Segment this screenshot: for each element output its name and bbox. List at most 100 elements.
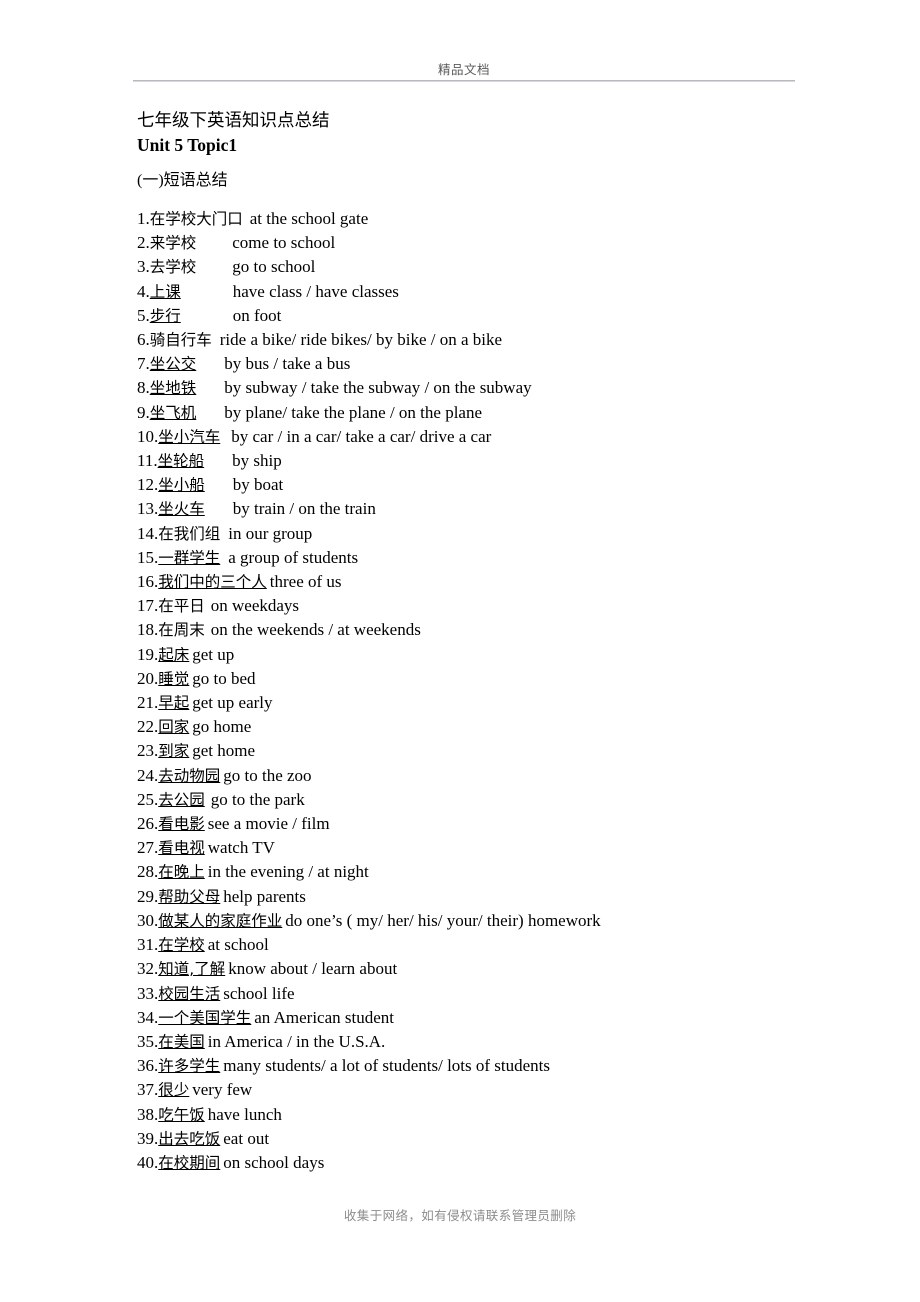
phrase-item: 27.看电视 watch TV xyxy=(137,836,837,860)
phrase-number: 17. xyxy=(137,596,159,616)
phrase-chinese: 步行 xyxy=(149,306,181,325)
phrase-english: eat out xyxy=(223,1128,270,1148)
phrase-english: in America / in the U.S.A. xyxy=(207,1031,386,1051)
phrase-chinese: 坐公交 xyxy=(149,355,197,374)
phrase-english: get up early xyxy=(192,693,273,713)
phrase-english: by subway / take the subway / on the sub… xyxy=(224,378,532,398)
phrase-chinese: 很少 xyxy=(158,1081,190,1100)
phrase-number: 33. xyxy=(137,983,159,1003)
phrase-number: 30. xyxy=(137,910,159,930)
phrase-item: 3.去学校 go to school xyxy=(137,255,837,279)
phrase-number: 20. xyxy=(137,668,159,688)
phrase-item: 14.在我们组 in our group xyxy=(137,522,837,546)
phrase-item: 32.知道,了解 know about / learn about xyxy=(137,957,837,981)
phrase-number: 14. xyxy=(137,523,159,543)
header-title: 精品文档 xyxy=(437,63,490,77)
phrase-english: ride a bike/ ride bikes/ by bike / on a … xyxy=(219,330,503,350)
phrase-english: by train / on the train xyxy=(232,499,376,519)
phrase-number: 38. xyxy=(137,1104,159,1124)
phrase-item: 22.回家 go home xyxy=(137,715,837,739)
phrase-item: 35.在美国 in America / in the U.S.A. xyxy=(137,1030,837,1054)
phrase-english: help parents xyxy=(223,886,306,906)
phrase-item: 18.在周末 on the weekends / at weekends xyxy=(137,618,837,642)
phrase-chinese: 来学校 xyxy=(149,234,197,253)
phrase-english: at the school gate xyxy=(249,209,369,228)
phrase-english: go to the park xyxy=(210,789,305,809)
phrase-chinese: 知道,了解 xyxy=(158,960,226,979)
phrase-chinese: 坐小汽车 xyxy=(158,427,221,446)
phrase-item: 1.在学校大门口 at the school gate xyxy=(137,207,837,231)
phrase-english: on foot xyxy=(232,305,282,325)
phrase-english: by car / in a car/ take a car/ drive a c… xyxy=(231,426,492,446)
phrase-english: school life xyxy=(223,983,295,1003)
phrase-item: 7.坐公交 by bus / take a bus xyxy=(137,352,837,376)
phrase-chinese: 坐飞机 xyxy=(149,403,197,422)
page-footer: 收集于网络，如有侵权请联系管理员删除 xyxy=(343,1208,577,1223)
phrase-list: 1.在学校大门口 at the school gate 2.来学校 come to s… xyxy=(137,207,837,1175)
phrase-number: 13. xyxy=(137,499,159,519)
phrase-item: 25.去公园 go to the park xyxy=(137,788,837,812)
phrase-chinese: 坐轮船 xyxy=(157,452,205,471)
phrase-item: 38.吃午饭 have lunch xyxy=(137,1103,837,1127)
phrase-chinese: 在我们组 xyxy=(158,524,221,543)
phrase-chinese: 在美国 xyxy=(158,1032,205,1051)
phrase-number: 26. xyxy=(137,814,159,834)
phrase-item: 6.骑自行车 ride a bike/ ride bikes/ by bike /… xyxy=(137,328,837,352)
phrase-english: many students/ a lot of students/ lots o… xyxy=(223,1056,551,1076)
phrase-chinese: 在学校 xyxy=(158,936,205,955)
phrase-number: 27. xyxy=(137,838,159,858)
phrase-english: an American student xyxy=(254,1007,395,1027)
phrase-chinese: 起床 xyxy=(158,645,190,664)
phrase-number: 25. xyxy=(137,789,159,809)
phrase-chinese: 出去吃饭 xyxy=(158,1129,221,1148)
phrase-number: 28. xyxy=(137,862,159,882)
phrase-english: three of us xyxy=(269,572,342,592)
phrase-item: 9.坐飞机 by plane/ take the plane / on the p… xyxy=(137,401,837,425)
phrase-chinese: 我们中的三个人 xyxy=(158,573,267,592)
phrase-english: watch TV xyxy=(207,838,275,858)
phrase-chinese: 坐小船 xyxy=(158,476,205,495)
phrase-english: get up xyxy=(192,644,235,664)
running-header: 精品文档 xyxy=(133,62,795,82)
phrase-english: by bus / take a bus xyxy=(224,354,351,374)
phrase-number: 8. xyxy=(137,378,150,398)
phrase-english: by boat xyxy=(232,475,284,495)
phrase-english: on weekdays xyxy=(210,596,300,616)
phrase-number: 16. xyxy=(137,572,159,592)
phrase-number: 19. xyxy=(137,644,159,664)
phrase-item: 10.坐小汽车 by car / in a car/ take a car/ dr… xyxy=(137,425,837,449)
phrase-chinese: 回家 xyxy=(158,718,190,737)
phrase-item: 33.校园生活 school life xyxy=(137,982,837,1006)
phrase-number: 7. xyxy=(137,354,150,374)
phrase-chinese: 去学校 xyxy=(149,258,197,277)
phrase-number: 11. xyxy=(137,451,158,471)
phrase-english: by plane/ take the plane / on the plane xyxy=(224,402,483,422)
phrase-item: 29.帮助父母 help parents xyxy=(137,885,837,909)
phrase-number: 3. xyxy=(137,257,150,277)
phrase-number: 36. xyxy=(137,1056,159,1076)
phrase-chinese: 看电视 xyxy=(158,839,205,858)
phrase-english: have lunch xyxy=(207,1104,282,1124)
phrase-number: 24. xyxy=(137,765,159,785)
phrase-english: in our group xyxy=(228,523,313,543)
phrase-item: 28.在晚上 in the evening / at night xyxy=(137,860,837,884)
phrase-english: have class / have classes xyxy=(232,281,399,301)
phrase-chinese: 上课 xyxy=(149,282,181,301)
phrase-number: 4. xyxy=(137,281,150,301)
phrase-english: go home xyxy=(192,717,252,737)
phrase-chinese: 睡觉 xyxy=(158,669,190,688)
document-title: 七年级下英语知识点总结 xyxy=(137,110,330,130)
phrase-english: on the weekends / at weekends xyxy=(210,620,421,640)
phrase-item: 2.来学校 come to school xyxy=(137,231,837,255)
phrase-number: 40. xyxy=(137,1152,159,1172)
phrase-english: get home xyxy=(192,741,256,761)
phrase-item: 23.到家 get home xyxy=(137,739,837,763)
phrase-item: 26.看电影 see a movie / film xyxy=(137,812,837,836)
section-heading: (一)短语总结 xyxy=(137,172,228,189)
phrase-chinese: 做某人的家庭作业 xyxy=(158,911,283,930)
phrase-item: 16.我们中的三个人 three of us xyxy=(137,570,837,594)
phrase-item: 15.一群学生 a group of students xyxy=(137,546,837,570)
phrase-chinese: 在平日 xyxy=(158,597,205,616)
phrase-english: go to school xyxy=(232,257,316,277)
document-body: 七年级下英语知识点总结 Unit 5 Topic1 (一)短语总结 1.在学校大… xyxy=(137,108,837,1175)
